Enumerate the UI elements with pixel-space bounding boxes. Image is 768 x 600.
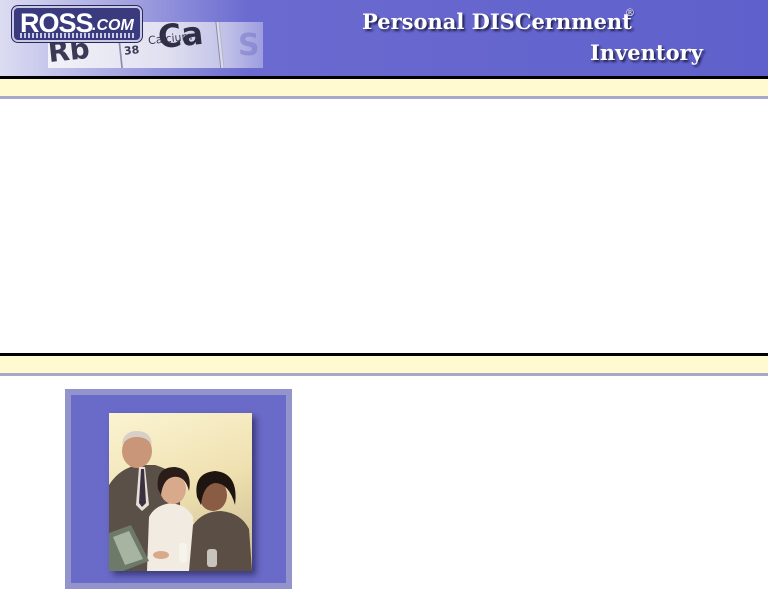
registered-mark: ®: [625, 8, 635, 19]
business-photo: [109, 413, 252, 571]
middle-band: [0, 356, 768, 376]
logo-stripes: [20, 33, 134, 38]
top-band: [0, 79, 768, 99]
page-title-line1: Personal DISCernment: [362, 9, 632, 34]
photo-frame: [65, 389, 292, 589]
ross-logo[interactable]: ROSS .COM: [12, 6, 142, 42]
page-title-line2: Inventory: [590, 40, 703, 65]
photo-frame-inner: [71, 395, 286, 583]
page-header: Rb Ca Calcium 38 S ROSS .COM Personal DI…: [0, 0, 768, 76]
business-photo-illustration: [109, 431, 252, 571]
periodic-atomic-number: 38: [123, 43, 140, 58]
periodic-symbol-right: S: [238, 28, 260, 63]
